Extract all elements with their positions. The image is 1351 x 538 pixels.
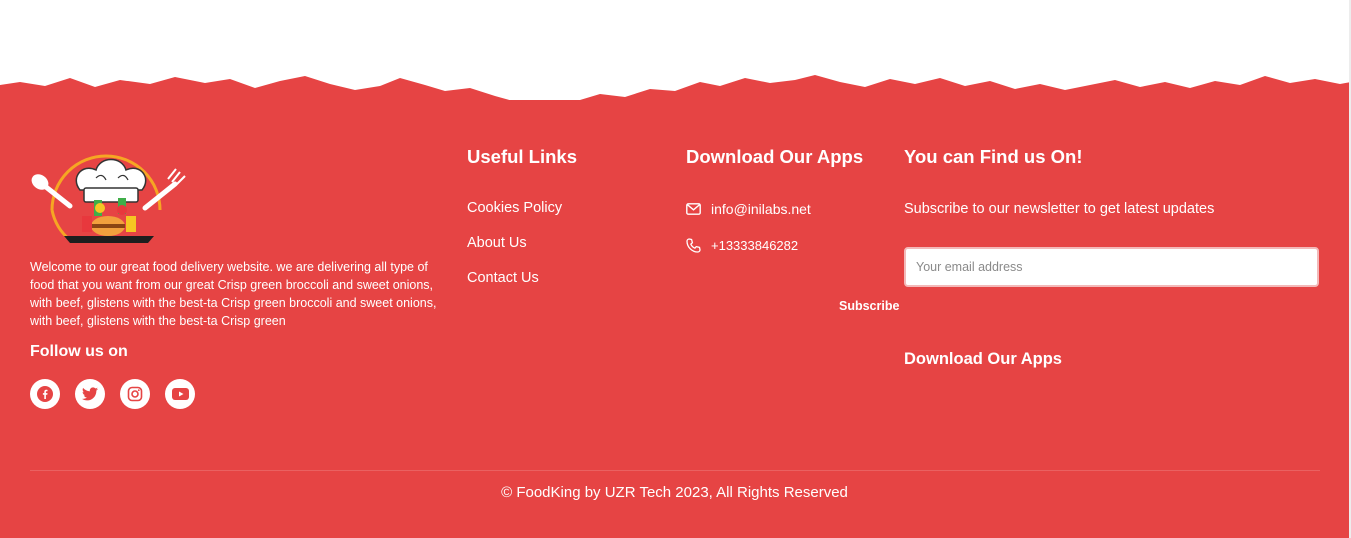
site-footer: Welcome to our great food delivery websi… — [0, 100, 1349, 538]
newsletter-text: Subscribe to our newsletter to get lates… — [904, 201, 1215, 217]
link-contact-us[interactable]: Contact Us — [467, 270, 539, 286]
useful-links-title: Useful Links — [467, 146, 577, 167]
link-cookies-policy[interactable]: Cookies Policy — [467, 200, 562, 216]
contact-phone-text: +13333846282 — [711, 238, 799, 253]
envelope-icon — [686, 203, 701, 215]
twitter-icon — [82, 387, 98, 401]
youtube-link[interactable] — [165, 379, 195, 409]
download-apps-title: Download Our Apps — [686, 146, 864, 167]
download-apps-subtitle: Download Our Apps — [904, 350, 1062, 368]
contact-email-text: info@inilabs.net — [711, 201, 811, 217]
copyright-text: © FoodKing by UZR Tech 2023, All Rights … — [501, 484, 848, 501]
twitter-link[interactable] — [75, 379, 105, 409]
social-links — [30, 379, 195, 409]
contact-phone[interactable]: +13333846282 — [686, 238, 798, 253]
foodking-logo[interactable] — [30, 148, 188, 248]
instagram-link[interactable] — [120, 379, 150, 409]
link-about-us[interactable]: About Us — [467, 235, 527, 251]
youtube-icon — [171, 388, 189, 400]
footer-divider — [30, 470, 1320, 471]
about-text: Welcome to our great food delivery websi… — [30, 260, 437, 328]
facebook-icon — [37, 386, 53, 402]
find-us-title: You can Find us On! — [904, 146, 1083, 167]
subscribe-button[interactable]: Subscribe — [834, 297, 904, 315]
page: Welcome to our great food delivery websi… — [0, 0, 1351, 538]
facebook-link[interactable] — [30, 379, 60, 409]
instagram-icon — [127, 386, 143, 402]
newsletter-email-input[interactable] — [904, 247, 1319, 287]
contact-email[interactable]: info@inilabs.net — [686, 201, 811, 217]
phone-icon — [686, 238, 701, 253]
torn-paper-edge — [0, 75, 1351, 130]
follow-us-title: Follow us on — [30, 343, 128, 360]
